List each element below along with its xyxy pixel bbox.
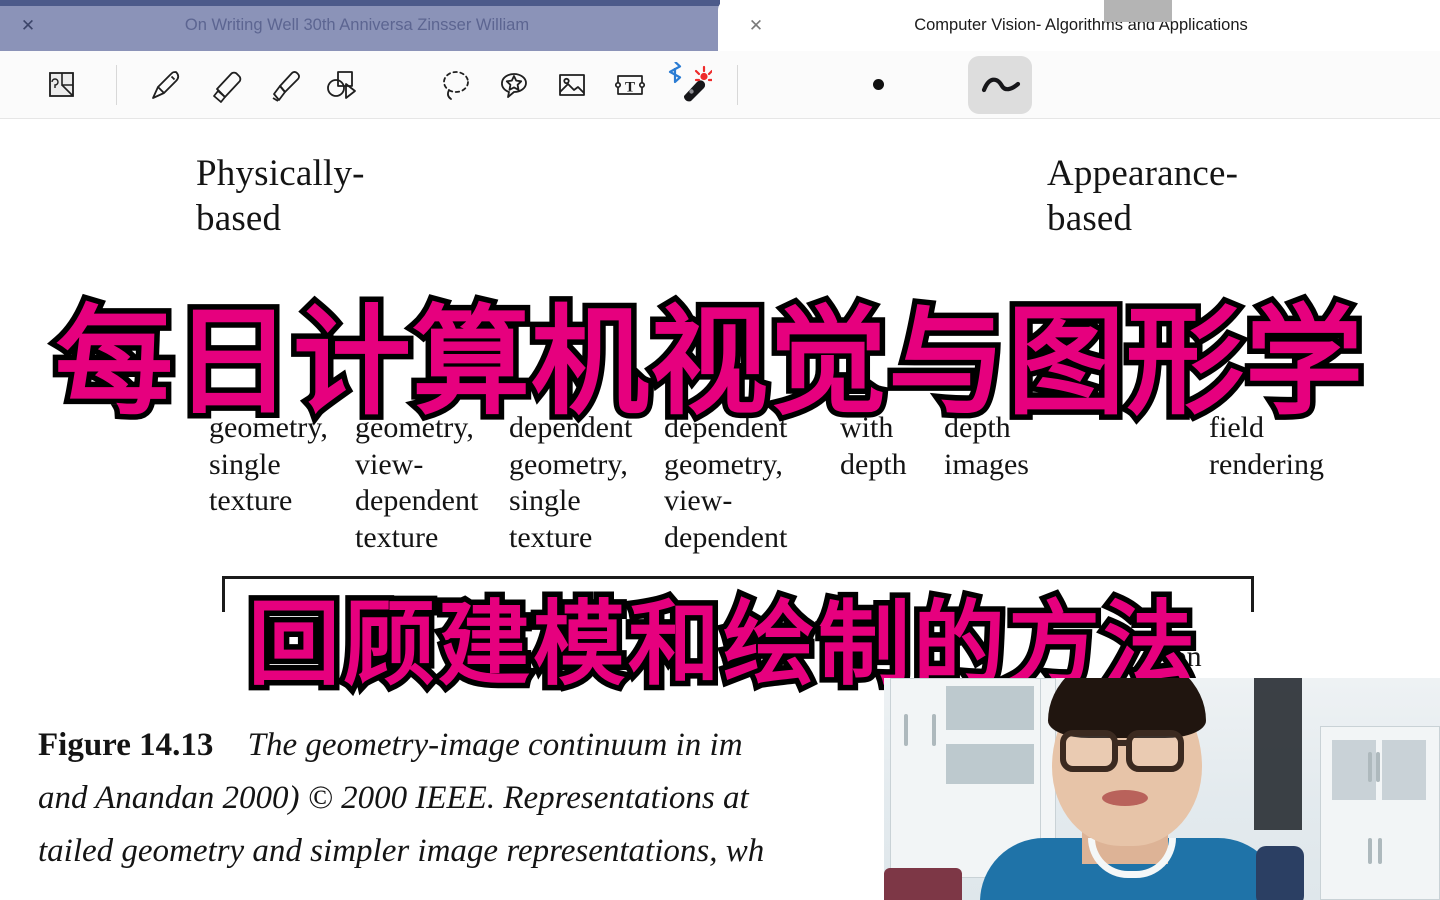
heading-line: Appearance- xyxy=(1047,153,1239,194)
column-line: geometry, xyxy=(209,411,328,444)
glasses-right-lens-icon xyxy=(1126,730,1184,772)
cabinet-glass xyxy=(1382,740,1426,800)
bag-dark xyxy=(1256,846,1304,900)
column-line: texture xyxy=(509,520,593,554)
tab-close-icon[interactable]: ✕ xyxy=(734,17,778,34)
bluetooth-stylus-icon[interactable] xyxy=(659,58,717,112)
column-line: texture xyxy=(355,520,439,554)
app-window: ✕ On Writing Well 30th Anniversa Zinsser… xyxy=(0,0,1440,900)
column-line: images xyxy=(944,447,1029,481)
cabinet-glass xyxy=(946,686,1034,730)
tab-on-writing-well[interactable]: ✕ On Writing Well 30th Anniversa Zinsser… xyxy=(0,0,720,51)
caption-line-2: and Anandan 2000) © 2000 IEEE. Represent… xyxy=(38,780,749,816)
toolbar-divider-2 xyxy=(737,64,738,105)
column-line: view- xyxy=(355,447,424,481)
tab-title: On Writing Well 30th Anniversa Zinsser W… xyxy=(184,16,530,34)
stroke-style-button[interactable] xyxy=(968,55,1032,114)
column-line: dependent xyxy=(509,411,633,444)
cabinet-handle xyxy=(1368,838,1372,864)
figure-number: Figure 14.13 xyxy=(38,727,214,763)
glasses-bridge xyxy=(1116,740,1128,746)
column-line: depth xyxy=(840,447,907,481)
figure-bracket xyxy=(222,576,1254,612)
presenter-mouth xyxy=(1102,790,1148,806)
cabinet-handle xyxy=(932,714,936,746)
image-icon[interactable] xyxy=(543,58,601,112)
bracket-label: tion xyxy=(1155,640,1202,673)
heading-line: Physically- xyxy=(196,153,365,194)
page-annotation-icon[interactable] xyxy=(32,58,90,112)
toolbar-divider xyxy=(116,64,117,105)
stroke-size-button[interactable] xyxy=(846,58,910,112)
caption-line-3: tailed geometry and simpler image repres… xyxy=(38,833,765,869)
cabinet-glass xyxy=(946,744,1034,784)
column-line: rendering xyxy=(1209,447,1324,481)
heading-physically-based: Physically- based xyxy=(196,151,365,241)
column-line: view- xyxy=(664,484,733,517)
caption-line-1: The geometry-image continuum in im xyxy=(247,727,743,763)
pen-icon[interactable] xyxy=(137,58,195,112)
column-line: single xyxy=(209,447,281,481)
figure-column: dependent geometry, view- dependent xyxy=(664,410,814,556)
column-line: dependent xyxy=(664,520,788,554)
tab-close-icon[interactable]: ✕ xyxy=(6,17,50,34)
tab-computer-vision[interactable]: ✕ Computer Vision- Algorithms and Applic… xyxy=(718,0,1440,51)
highlighter-icon[interactable] xyxy=(253,58,311,112)
column-line: field xyxy=(1209,411,1264,444)
column-line: depth xyxy=(944,411,1011,444)
heading-line: based xyxy=(1047,198,1133,239)
column-line: geometry, xyxy=(355,411,474,444)
shapes-icon[interactable] xyxy=(311,58,369,112)
eraser-icon[interactable] xyxy=(195,58,253,112)
column-line: geometry, xyxy=(509,447,628,481)
glasses-left-lens-icon xyxy=(1060,730,1118,772)
column-line: texture xyxy=(209,484,293,517)
column-line: geometry, xyxy=(664,447,783,481)
bag-red xyxy=(884,868,962,900)
column-line: dependent xyxy=(664,411,788,444)
stroke-size-dot xyxy=(872,79,884,90)
figure-column: geometry, single texture xyxy=(209,410,339,520)
heading-appearance-based: Appearance- based xyxy=(1047,151,1238,241)
window-control-chip[interactable] xyxy=(1104,0,1172,22)
cabinet-handle xyxy=(1378,838,1382,864)
monitor-panel xyxy=(1254,678,1302,830)
figure-column: with depth xyxy=(840,410,950,483)
cabinet-handle xyxy=(904,714,908,746)
figure-column: depth images xyxy=(944,410,1074,483)
lasso-select-icon[interactable] xyxy=(427,58,485,112)
column-line: dependent xyxy=(355,484,479,517)
heading-line: based xyxy=(196,198,282,239)
column-line: single xyxy=(509,484,581,517)
column-line: with xyxy=(840,411,894,444)
tab-bar: ✕ On Writing Well 30th Anniversa Zinsser… xyxy=(0,0,1440,51)
svg-text:T: T xyxy=(625,79,635,95)
text-box-icon[interactable]: T xyxy=(601,58,659,112)
cabinet-handle xyxy=(1376,752,1380,782)
webcam-overlay xyxy=(884,678,1440,900)
figure-column: field rendering xyxy=(1209,410,1369,483)
cabinet-handle xyxy=(1368,752,1372,782)
figure-column: geometry, view- dependent texture xyxy=(355,410,505,556)
sticker-icon[interactable] xyxy=(485,58,543,112)
figure-column: dependent geometry, single texture xyxy=(509,410,659,556)
presenter-hair xyxy=(1048,678,1206,738)
annotation-toolbar: T xyxy=(0,51,1440,119)
